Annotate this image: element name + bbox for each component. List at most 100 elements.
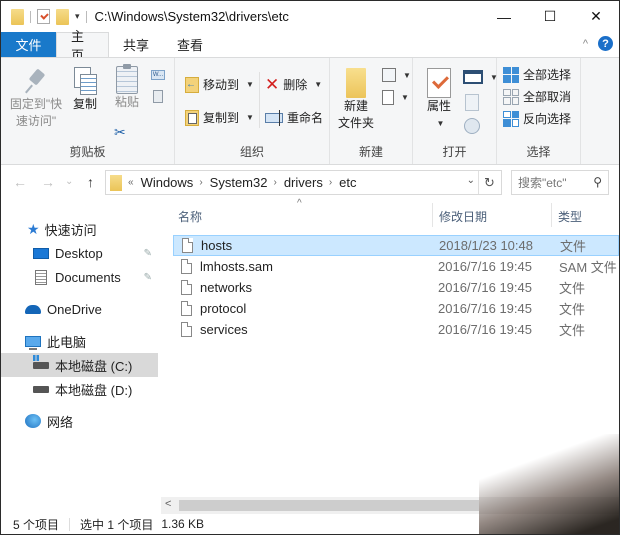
pin-icon[interactable]: ✎ <box>144 272 152 283</box>
sidebar-item-label: 快速访问 <box>44 222 97 238</box>
customize-toolbar-dropdown[interactable]: ▾ <box>75 11 80 22</box>
invert-selection-button[interactable]: 反向选择 <box>503 110 571 127</box>
sidebar-item-desktop[interactable]: Desktop ✎ <box>1 241 158 265</box>
address-dropdown-icon[interactable]: ⌄ <box>467 175 475 186</box>
breadcrumb-separator[interactable]: › <box>273 177 276 188</box>
sidebar-item-this-pc[interactable]: 此电脑 <box>1 329 158 353</box>
pin-to-quick-access-button[interactable]: 固定到"快 速访问" <box>7 68 65 130</box>
maximize-button[interactable]: ☐ <box>527 1 573 32</box>
close-button[interactable]: ✕ <box>573 1 619 32</box>
minimize-button[interactable]: — <box>481 1 527 32</box>
sidebar-item-documents[interactable]: Documents ✎ <box>1 265 158 289</box>
easy-access-button[interactable]: ▼ <box>382 90 409 105</box>
properties-button[interactable]: 属性 ▼ <box>421 68 457 132</box>
new-item-button[interactable]: ▼ <box>382 68 411 82</box>
breadcrumb-windows[interactable]: Windows <box>141 175 194 190</box>
recent-locations-button[interactable]: ⌄ <box>65 176 73 187</box>
file-icon <box>182 238 193 253</box>
breadcrumb-drivers[interactable]: drivers <box>284 175 323 190</box>
select-group: 全部选择 全部取消 反向选择 选择 <box>497 58 581 164</box>
scroll-left-button[interactable]: < <box>165 498 171 510</box>
properties-icon[interactable] <box>37 9 50 24</box>
refresh-button[interactable]: ↻ <box>478 171 500 194</box>
divider <box>30 10 31 23</box>
file-explorer-window: ▾ C:\Windows\System32\drivers\etc — ☐ ✕ … <box>0 0 620 535</box>
horizontal-scrollbar[interactable]: < <box>161 497 619 514</box>
file-row-lmhosts[interactable]: lmhosts.sam 2016/7/16 19:45 SAM 文件 <box>173 256 619 277</box>
move-to-button[interactable]: 移动到 ▼ <box>185 76 254 93</box>
copy-button[interactable]: 复制 <box>69 66 101 113</box>
file-row-hosts[interactable]: hosts 2018/1/23 10:48 文件 <box>173 235 619 256</box>
column-divider[interactable] <box>432 203 433 227</box>
paste-button[interactable]: 粘贴 <box>111 64 143 111</box>
rename-button[interactable]: 重命名 <box>265 109 323 126</box>
sidebar-item-quick-access[interactable]: ★ 快速访问 <box>1 217 158 241</box>
sidebar-item-drive-c[interactable]: 本地磁盘 (C:) <box>1 353 158 377</box>
pin-label-2: 速访问" <box>15 114 57 128</box>
copy-to-button[interactable]: 复制到 ▼ <box>185 109 254 126</box>
back-button[interactable]: ← <box>13 174 27 190</box>
breadcrumb-overflow[interactable]: « <box>128 177 134 188</box>
file-date: 2018/1/23 10:48 <box>439 238 533 253</box>
copy-to-icon <box>185 109 199 126</box>
breadcrumb-separator[interactable]: › <box>199 177 202 188</box>
onedrive-icon <box>25 304 41 314</box>
select-all-icon <box>503 66 519 83</box>
clipboard-group-label: 剪贴板 <box>69 145 106 159</box>
organize-group: 移动到 ▼ 复制到 ▼ ✕ 删除 ▼ 重命名 组织 <box>175 58 330 164</box>
chevron-down-icon: ▼ <box>401 93 409 102</box>
sidebar-item-label: 本地磁盘 (C:) <box>55 358 133 374</box>
new-folder-icon[interactable] <box>56 8 69 25</box>
select-all-label: 全部选择 <box>523 68 572 82</box>
select-none-button[interactable]: 全部取消 <box>503 88 571 105</box>
file-row-protocol[interactable]: protocol 2016/7/16 19:45 文件 <box>173 298 619 319</box>
file-type: SAM 文件 <box>559 260 617 275</box>
column-header-name[interactable]: 名称 <box>178 208 202 225</box>
copy-icon <box>72 66 98 96</box>
file-type: 文件 <box>559 302 586 317</box>
open-icon <box>463 70 483 84</box>
help-icon[interactable]: ? <box>598 36 613 51</box>
tab-share[interactable]: 共享 <box>109 32 163 57</box>
column-divider[interactable] <box>551 203 552 227</box>
sidebar-item-network[interactable]: 网络 <box>1 409 158 433</box>
breadcrumb-system32[interactable]: System32 <box>210 175 268 190</box>
open-button[interactable]: ▼ <box>463 70 498 84</box>
column-header-type[interactable]: 类型 <box>558 208 582 225</box>
file-row-services[interactable]: services 2016/7/16 19:45 文件 <box>173 319 619 340</box>
forward-button[interactable]: → <box>41 174 55 190</box>
copy-path-button[interactable]: W... <box>151 70 165 80</box>
new-folder-button[interactable]: 新建 文件夹 <box>336 68 376 132</box>
select-all-button[interactable]: 全部选择 <box>503 66 571 83</box>
file-row-networks[interactable]: networks 2016/7/16 19:45 文件 <box>173 277 619 298</box>
pin-icon[interactable]: ✎ <box>144 248 152 259</box>
chevron-down-icon: ▼ <box>403 70 411 80</box>
sidebar-item-onedrive[interactable]: OneDrive <box>1 297 158 321</box>
tab-home[interactable]: 主页 <box>56 29 109 63</box>
navigation-pane: ★ 快速访问 Desktop ✎ Documents ✎ OneDrive 此电… <box>1 209 159 509</box>
breadcrumb-separator[interactable]: › <box>329 177 332 188</box>
sidebar-item-drive-d[interactable]: 本地磁盘 (D:) <box>1 377 158 401</box>
properties-icon <box>427 68 451 98</box>
delete-button[interactable]: ✕ 删除 ▼ <box>265 76 322 93</box>
edit-button[interactable] <box>465 94 479 111</box>
file-icon <box>181 301 192 316</box>
navigation-bar: ← → ⌄ ↑ « Windows › System32 › drivers ›… <box>1 166 619 198</box>
tab-file[interactable]: 文件 <box>1 32 56 57</box>
paste-shortcut-button[interactable] <box>153 90 163 103</box>
up-button[interactable]: ↑ <box>87 174 94 190</box>
search-placeholder: 搜索"etc" <box>518 176 567 190</box>
divider <box>259 72 260 128</box>
folder-icon[interactable] <box>11 8 24 25</box>
tab-view[interactable]: 查看 <box>163 32 217 57</box>
cut-button[interactable]: ✂ <box>114 124 126 141</box>
breadcrumb-etc[interactable]: etc <box>339 175 356 190</box>
search-icon[interactable]: ⚲ <box>593 175 602 189</box>
scrollbar-thumb[interactable] <box>179 500 479 511</box>
folder-icon <box>110 174 122 191</box>
history-button[interactable] <box>464 118 480 134</box>
address-bar[interactable]: « Windows › System32 › drivers › etc ⌄ ↻ <box>105 170 502 195</box>
column-header-date[interactable]: 修改日期 <box>439 208 487 225</box>
search-input[interactable]: 搜索"etc" ⚲ <box>511 170 609 195</box>
collapse-ribbon-icon[interactable]: ^ <box>583 38 588 50</box>
